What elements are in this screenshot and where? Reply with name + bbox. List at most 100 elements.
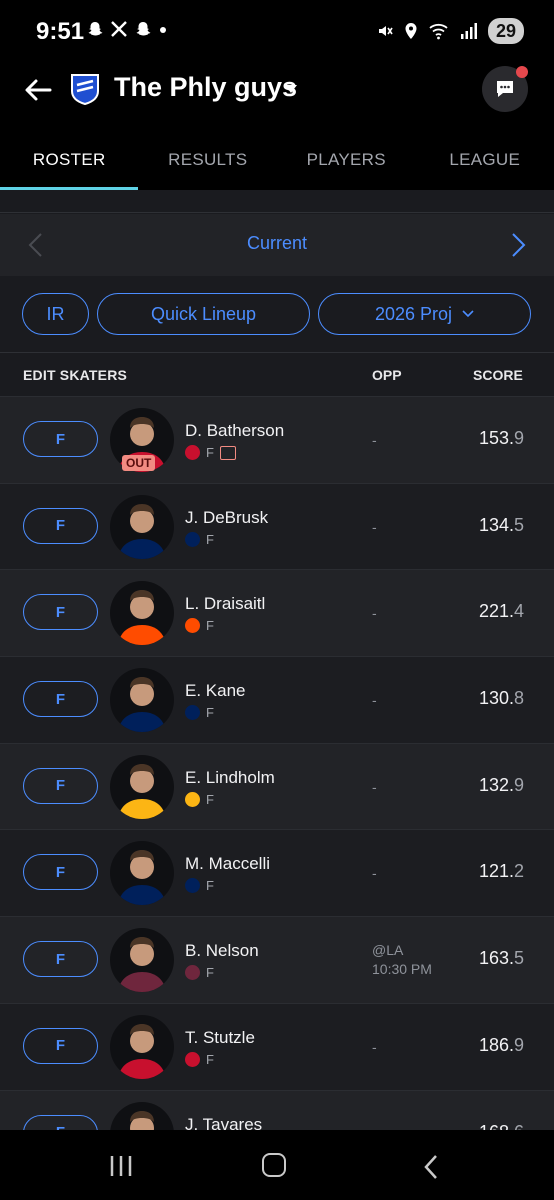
score-integer: 186. (478, 1034, 514, 1055)
player-meta: F (185, 965, 214, 981)
edit-skaters-header[interactable]: EDIT SKATERS (23, 367, 127, 383)
filter-bar: IR Quick Lineup 2026 Proj (0, 276, 554, 352)
dot-icon (160, 27, 166, 33)
opponent-team: - (372, 518, 377, 535)
player-row[interactable]: F E. Lindholm F - 132.9 (0, 742, 554, 830)
team-name[interactable]: The Phly guys (114, 72, 297, 103)
player-name[interactable]: E. Kane (185, 681, 246, 701)
player-row[interactable]: F M. Maccelli F - 121.2 (0, 829, 554, 917)
period-label[interactable]: Current (0, 233, 554, 254)
score-decimal: 9 (513, 1034, 524, 1055)
nav-back-icon[interactable] (422, 1154, 440, 1180)
opponent-team: - (372, 778, 377, 795)
player-headshot-icon (118, 1023, 166, 1079)
position-button[interactable]: F (23, 421, 98, 457)
position-button[interactable]: F (23, 507, 98, 544)
player-name[interactable]: B. Nelson (185, 941, 259, 961)
player-avatar[interactable] (110, 494, 174, 559)
player-name[interactable]: D. Batherson (185, 421, 284, 441)
opponent: - (372, 1038, 377, 1057)
player-avatar[interactable] (110, 668, 174, 733)
projection-dropdown[interactable]: 2026 Proj (318, 293, 531, 335)
player-score: 221.4 (479, 601, 524, 622)
player-row[interactable]: F OUT D. Batherson F - 153.9 (0, 396, 554, 483)
player-meta: F (185, 705, 214, 721)
opponent-team: - (372, 865, 377, 882)
player-name[interactable]: J. DeBrusk (185, 508, 268, 528)
score-decimal: 5 (513, 948, 524, 969)
player-meta: F (185, 878, 214, 894)
tab-league[interactable]: LEAGUE (416, 132, 554, 190)
position-button[interactable]: F (23, 854, 98, 891)
player-name[interactable]: J. Tavares (185, 1115, 262, 1131)
score-decimal: 6 (514, 1122, 524, 1131)
player-avatar[interactable] (110, 1014, 174, 1079)
tab-roster[interactable]: ROSTER (0, 132, 139, 190)
opponent-team: - (372, 432, 377, 448)
score-integer: 153. (478, 428, 514, 448)
status-bar: 9:51 29 (0, 0, 554, 62)
score-header[interactable]: SCORE (473, 367, 523, 383)
player-row[interactable]: F J. Tavares F - 168.6 (0, 1089, 554, 1131)
position-button[interactable]: F (23, 681, 98, 718)
ir-button[interactable]: IR (22, 293, 89, 335)
caret-down-icon[interactable] (284, 84, 298, 94)
position-button[interactable]: F (23, 1114, 98, 1130)
player-row[interactable]: F J. DeBrusk F - 134.5 (0, 482, 554, 570)
recent-apps-icon[interactable] (108, 1154, 134, 1178)
back-arrow-icon[interactable] (22, 74, 54, 106)
player-name[interactable]: T. Stutzle (185, 1028, 255, 1048)
projection-label: 2026 Proj (374, 303, 453, 324)
position-button[interactable]: F (23, 767, 98, 804)
news-icon[interactable] (219, 445, 236, 460)
opponent-team: - (372, 1038, 377, 1055)
player-headshot-icon (130, 1110, 154, 1130)
player-name[interactable]: E. Lindholm (185, 768, 275, 788)
home-icon[interactable] (262, 1153, 286, 1177)
opponent: @LA 10:30 PM (372, 941, 432, 979)
tab-players[interactable]: PLAYERS (277, 132, 416, 190)
score-integer: 121. (478, 861, 514, 882)
opponent: - (372, 778, 377, 797)
score-integer: 132. (478, 774, 514, 795)
player-row[interactable]: F T. Stutzle F - 186.9 (0, 1002, 554, 1090)
player-score: 134.5 (479, 515, 524, 536)
player-headshot-icon (118, 850, 166, 906)
score-decimal: 8 (513, 688, 524, 709)
player-avatar[interactable] (110, 928, 174, 993)
chevron-down-icon (462, 310, 474, 318)
wifi-icon (429, 24, 448, 40)
player-avatar[interactable] (110, 1101, 174, 1130)
tab-results[interactable]: RESULTS (139, 132, 278, 190)
position-button[interactable]: F (23, 594, 98, 631)
player-name[interactable]: M. Maccelli (185, 854, 270, 874)
player-list: F OUT D. Batherson F - 153.9 F J. DeBrus… (0, 396, 554, 1130)
chevron-right-icon[interactable] (508, 232, 528, 258)
team-logo-icon (185, 445, 200, 460)
divider (0, 212, 554, 213)
position-button[interactable]: F (23, 1027, 98, 1064)
player-avatar[interactable] (110, 754, 174, 819)
score-decimal: 9 (513, 428, 524, 448)
player-avatar[interactable] (110, 841, 174, 906)
signal-icon (460, 23, 477, 39)
player-headshot-icon (118, 937, 166, 993)
player-meta: F (185, 618, 214, 634)
player-row[interactable]: F E. Kane F - 130.8 (0, 656, 554, 743)
player-position: F (206, 531, 214, 547)
score-integer: 168. (479, 1122, 514, 1131)
player-name[interactable]: L. Draisaitl (185, 594, 265, 614)
player-avatar[interactable] (110, 581, 174, 646)
player-row[interactable]: F B. Nelson F @LA 10:30 PM 163.5 (0, 916, 554, 1003)
score-decimal: 5 (513, 514, 524, 535)
chat-icon (497, 81, 513, 97)
quick-lineup-button[interactable]: Quick Lineup (97, 293, 310, 335)
opponent: - (372, 604, 377, 623)
player-row[interactable]: F L. Draisaitl F - 221.4 (0, 569, 554, 657)
team-logo-icon (185, 791, 200, 807)
position-button[interactable]: F (23, 941, 98, 978)
score-integer: 134. (478, 514, 514, 535)
team-logo-icon (185, 1051, 200, 1067)
player-meta: F (185, 531, 214, 547)
score-decimal: 2 (513, 861, 524, 882)
